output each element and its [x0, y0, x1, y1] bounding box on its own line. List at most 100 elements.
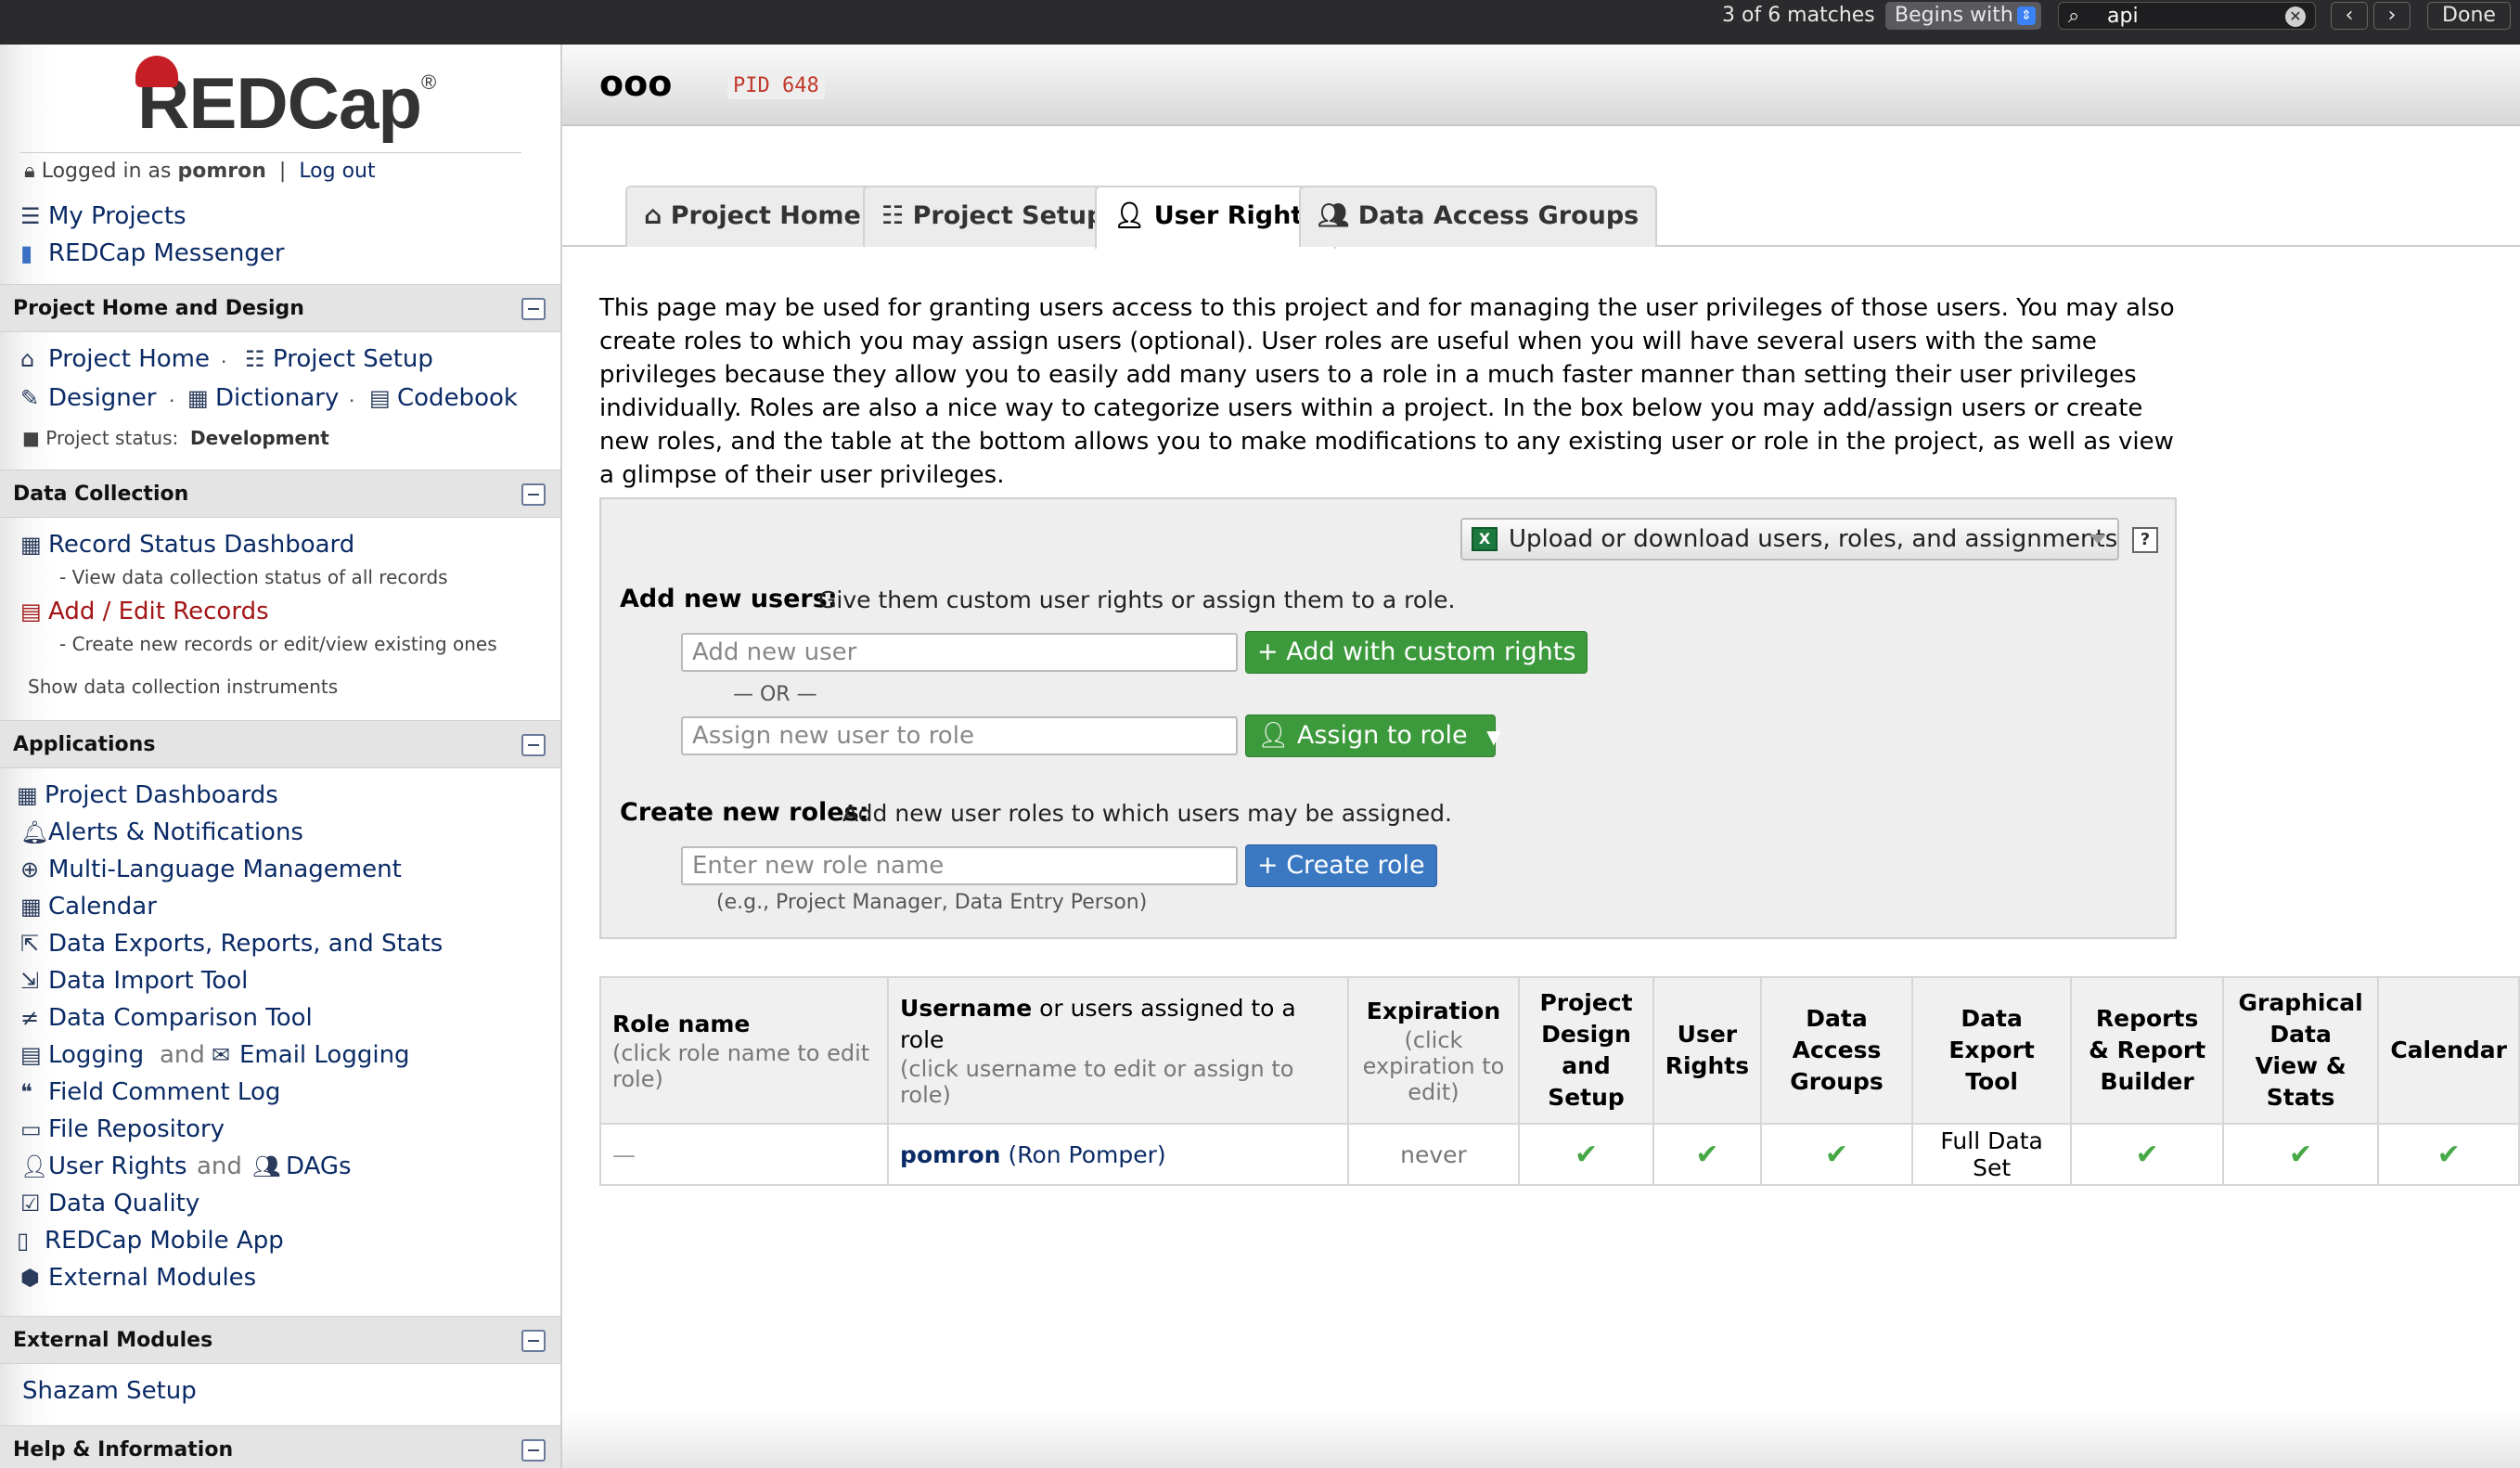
divider	[20, 152, 521, 153]
separator-dot: ·	[349, 390, 355, 412]
assign-to-role-button[interactable]: 👤︎ Assign to role ▼	[1245, 715, 1501, 757]
sidebar-item-email-logging[interactable]: ✉ Email Logging	[212, 1041, 410, 1069]
bottom-shadow	[562, 1410, 2520, 1468]
designer-link[interactable]: ✎ Designer	[20, 384, 156, 412]
add-users-desc: Give them custom user rights or assign t…	[818, 586, 1456, 613]
collapse-icon[interactable]	[521, 734, 546, 756]
match-mode-label: Begins with	[1895, 4, 2013, 27]
user-icon: 👤︎	[20, 1153, 49, 1179]
sidebar-item-multi-language[interactable]: ⊕ Multi-Language Management	[20, 856, 402, 883]
logo-cap-icon	[135, 56, 178, 87]
previous-match-button[interactable]: ‹	[2331, 2, 2368, 30]
done-button[interactable]: Done	[2427, 2, 2511, 30]
intro-text: This page may be used for granting users…	[599, 294, 2175, 489]
sidebar-item-alerts[interactable]: 🔔︎Alerts & Notifications	[20, 818, 303, 846]
bell-icon: 🔔︎	[20, 819, 49, 845]
role-cell: —	[598, 1123, 890, 1186]
sidebar-item-data-quality[interactable]: ☑ Data Quality	[20, 1190, 199, 1217]
login-username: pomron	[177, 160, 266, 183]
tab-bar: ⌂ Project Home ☷ Project Setup 👤︎ User R…	[562, 186, 2520, 249]
my-projects-link[interactable]: ☰ My Projects	[20, 202, 186, 230]
assign-user-input[interactable]: Assign new user to role	[681, 716, 1238, 755]
lock-icon: 🔒︎	[24, 160, 35, 183]
tab-data-access-groups[interactable]: 👥︎ Data Access Groups	[1299, 186, 1658, 247]
collapse-icon[interactable]	[521, 298, 546, 320]
help-button[interactable]: ?	[2132, 527, 2158, 553]
sidebar-item-calendar[interactable]: ▦ Calendar	[20, 893, 157, 921]
col-project-design: Project Design and Setup	[1518, 976, 1654, 1125]
tab-project-setup[interactable]: ☷ Project Setup	[863, 186, 1124, 247]
sidebar: REDCap® 🔒︎ Logged in as pomron | Log out…	[0, 45, 562, 1468]
collapse-icon[interactable]	[521, 1439, 546, 1462]
col-username: Username or users assigned to a role (cl…	[887, 976, 1349, 1125]
find-query[interactable]: api	[2107, 5, 2139, 28]
section-header-help: Help & Information	[0, 1425, 560, 1468]
clipboard-check-icon: ☑	[20, 1191, 41, 1217]
find-input[interactable]: ⌕ api ✕	[2058, 2, 2316, 30]
cube-icon: ⬢	[20, 1265, 40, 1291]
shazam-setup-link[interactable]: Shazam Setup	[22, 1377, 197, 1405]
table-header-row: Role name (click role name to edit role)…	[598, 976, 2520, 1125]
clear-icon[interactable]: ✕	[2285, 6, 2306, 27]
home-icon: ⌂	[644, 201, 662, 230]
create-roles-desc: Add new user roles to which users may be…	[842, 800, 1452, 827]
excel-icon: ▦	[187, 385, 209, 411]
show-instruments-link[interactable]: Show data collection instruments	[28, 676, 338, 698]
status-square-icon: ■	[22, 427, 40, 449]
caret-down-icon: ▼	[1486, 726, 1501, 748]
redcap-logo[interactable]: REDCap®	[135, 56, 436, 146]
col-user-rights: User Rights	[1652, 976, 1763, 1125]
next-match-button[interactable]: ›	[2373, 2, 2411, 30]
and-text: and	[160, 1041, 205, 1069]
checklist-icon: ☷	[245, 346, 265, 372]
redcap-messenger-link[interactable]: ▮ REDCap Messenger	[20, 239, 285, 267]
add-edit-records-link[interactable]: ▤ Add / Edit Records	[20, 598, 269, 625]
sidebar-item-data-comparison[interactable]: ≠ Data Comparison Tool	[20, 1004, 313, 1032]
sidebar-project-setup-link[interactable]: ☷ Project Setup	[245, 345, 433, 373]
document-icon: ▤	[20, 599, 42, 625]
collapse-icon[interactable]	[521, 1330, 546, 1352]
col-role-name: Role name (click role name to edit role)	[598, 976, 890, 1125]
col-data-export: Data Export Tool	[1910, 976, 2073, 1125]
tab-project-home[interactable]: ⌂ Project Home	[625, 186, 880, 247]
upload-download-dropdown[interactable]: X Upload or download users, roles, and a…	[1460, 518, 2119, 560]
sidebar-item-external-modules[interactable]: ⬢ External Modules	[20, 1264, 256, 1292]
sidebar-item-data-import[interactable]: ⇲ Data Import Tool	[20, 967, 248, 995]
collapse-icon[interactable]	[521, 483, 546, 506]
checkmark-icon: ✔	[2436, 1138, 2461, 1171]
separator-dot: ·	[221, 351, 227, 373]
sidebar-item-dags[interactable]: 👥︎ DAGs	[252, 1153, 352, 1180]
add-user-input[interactable]: Add new user	[681, 633, 1238, 672]
dictionary-link[interactable]: ▦ Dictionary	[187, 384, 339, 412]
sidebar-item-logging[interactable]: ▤ Logging	[20, 1041, 144, 1069]
record-status-dashboard-link[interactable]: ▦ Record Status Dashboard	[20, 531, 354, 559]
list-icon: ☰	[20, 203, 41, 229]
separator-dot: ·	[169, 390, 175, 412]
users-icon: 👥︎	[1318, 201, 1350, 230]
username-link[interactable]: pomron	[900, 1141, 1000, 1168]
role-name-input[interactable]: Enter new role name	[681, 846, 1238, 885]
match-mode-select[interactable]: Begins with ⇕	[1885, 2, 2041, 30]
users-icon: 👥︎	[252, 1153, 281, 1179]
expiration-cell[interactable]: never	[1346, 1123, 1521, 1186]
data-export-cell: Full Data Set	[1910, 1123, 2073, 1186]
sidebar-item-user-rights[interactable]: 👤︎User Rights	[20, 1153, 187, 1180]
sidebar-item-data-exports[interactable]: ⇱ Data Exports, Reports, and Stats	[20, 930, 443, 958]
sidebar-item-field-comment-log[interactable]: ❝ Field Comment Log	[20, 1078, 280, 1106]
checkmark-icon: ✔	[2289, 1138, 2313, 1171]
select-arrows-icon: ⇕	[2017, 6, 2036, 25]
sidebar-item-mobile-app[interactable]: ▯ REDCap Mobile App	[17, 1227, 284, 1255]
find-bar: 3 of 6 matches Begins with ⇕ ⌕ api ✕ ‹ ›…	[0, 0, 2520, 45]
codebook-link[interactable]: ▤ Codebook	[369, 384, 518, 412]
add-custom-rights-button[interactable]: + Add with custom rights	[1245, 631, 1588, 674]
section-header-data-collection: Data Collection	[0, 470, 560, 518]
compare-icon: ≠	[20, 1005, 40, 1031]
logout-link[interactable]: Log out	[299, 160, 375, 183]
add-users-label: Add new users:	[620, 585, 838, 613]
calendar-icon: ▦	[20, 894, 42, 920]
create-role-button[interactable]: + Create role	[1245, 844, 1437, 887]
sidebar-item-project-dashboards[interactable]: ▦ Project Dashboards	[17, 781, 278, 809]
sidebar-item-file-repository[interactable]: ▭ File Repository	[20, 1115, 225, 1143]
and-text: and	[197, 1153, 242, 1180]
sidebar-project-home-link[interactable]: ⌂ Project Home	[20, 345, 210, 373]
